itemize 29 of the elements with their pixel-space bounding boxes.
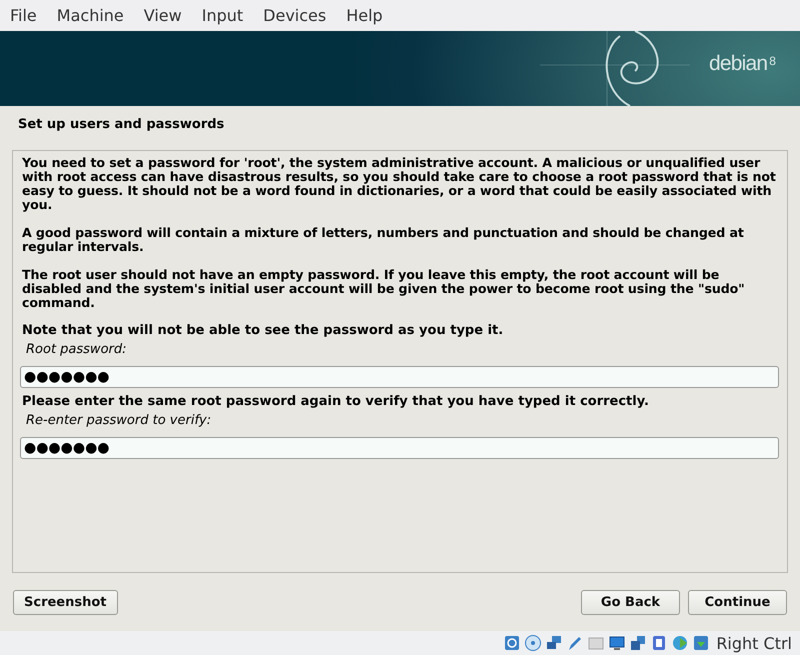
continue-button[interactable]: Continue: [688, 590, 787, 614]
password-field[interactable]: ●●●●●●●: [20, 437, 779, 459]
paragraph: The root user should not have an empty password. If you leave this empty, the root account will be disabled and the system's initial user account will be given the power to become root using the "sudo" command.: [22, 268, 746, 310]
menu-item[interactable]: File: [2, 6, 45, 25]
go-back-button[interactable]: Go Back: [581, 590, 680, 614]
version-number: 8: [769, 54, 776, 68]
prompt-text: Note that you will not be able to see the password as you type it.: [22, 324, 504, 338]
field-label: Re-enter password to verify:: [26, 413, 212, 430]
field-label: Root password:: [26, 342, 128, 359]
menu-item[interactable]: Help: [338, 6, 391, 25]
password-field[interactable]: ●●●●●●●: [20, 366, 779, 388]
windows-icon[interactable]: [629, 634, 648, 652]
paragraph: You need to set a password for 'root', the system administrative account. A malicious or unqualified user with root access can have disastrous results, so you should take care to choose a root password that is not easy to guess. It should not be a word found in dictionaries, or a word that could be easily associated with you.: [22, 156, 777, 212]
paragraph: A good password will contain a mixture of letters, numbers and punctuation and should be changed at regular intervals.: [22, 226, 745, 254]
page-title: Set up users and passwords: [17, 116, 226, 134]
prompt-text: Please enter the same root password again to verify that you have typed it correctly.: [22, 395, 650, 409]
network-icon[interactable]: [545, 634, 564, 652]
swirl-logo-icon: [540, 31, 690, 106]
menu-item[interactable]: Devices: [255, 6, 334, 25]
download-icon[interactable]: [692, 634, 710, 652]
display-icon[interactable]: [608, 634, 626, 652]
menu-item[interactable]: View: [136, 6, 190, 25]
screenshot-button[interactable]: Screenshot: [13, 590, 118, 614]
menu-item[interactable]: Input: [194, 6, 252, 25]
host-key-label: Right Ctrl: [716, 634, 792, 652]
menu-item[interactable]: Machine: [48, 6, 132, 25]
hdd-icon[interactable]: [503, 634, 522, 652]
disc-icon[interactable]: [524, 634, 542, 652]
brand-text: debian: [709, 52, 768, 76]
